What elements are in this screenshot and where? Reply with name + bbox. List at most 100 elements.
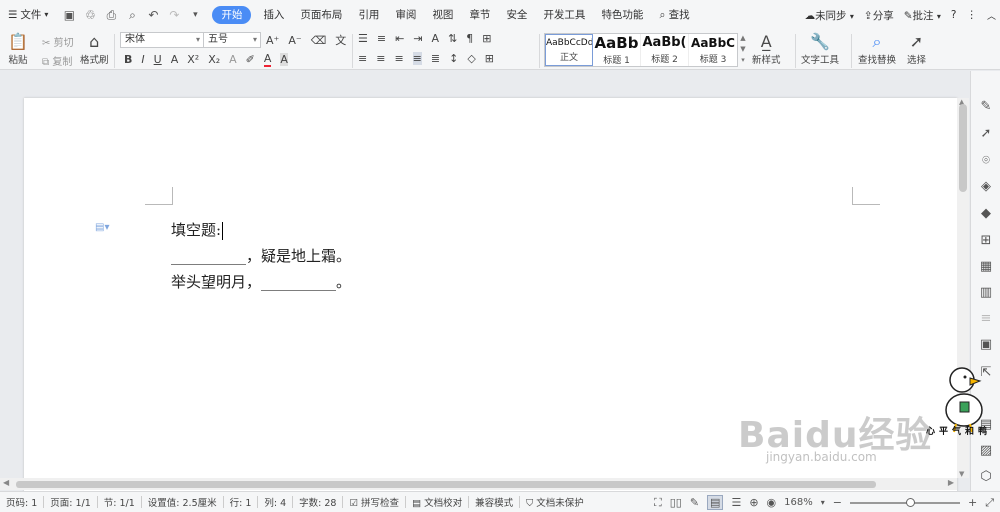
outline-view-icon[interactable]: ☰ <box>731 496 741 509</box>
protect-button[interactable]: ⛉ 文档未保护 <box>520 495 590 509</box>
style-heading-2[interactable]: AaBb( 标题 2 <box>641 34 689 66</box>
new-style-button[interactable]: A̲ 新样式 <box>752 32 781 66</box>
collapse-ribbon-icon[interactable]: ︿ <box>987 9 996 22</box>
scroll-thumb[interactable] <box>16 481 876 488</box>
tab-features[interactable]: 特色功能 <box>593 0 651 30</box>
location-icon[interactable]: ⌾ <box>978 153 994 169</box>
tab-references[interactable]: 引用 <box>350 0 387 30</box>
grow-font-icon[interactable]: A⁺ <box>266 34 279 47</box>
paste-button[interactable]: 📋 粘贴 <box>8 32 28 66</box>
sync-button[interactable]: ☁未同步 ▾ <box>805 8 854 23</box>
bullet-list-icon[interactable]: ☰ <box>358 32 368 45</box>
pen-icon[interactable]: ✎ <box>978 99 994 115</box>
shape-icon[interactable]: ◈ <box>978 179 994 195</box>
shield-icon[interactable]: ⬡ <box>978 469 994 485</box>
undo-icon[interactable]: ↶ <box>146 8 160 22</box>
align-left-icon[interactable]: ≡ <box>358 52 367 65</box>
char-shading-icon[interactable]: A <box>280 53 288 66</box>
underline-icon[interactable]: U <box>154 53 162 66</box>
chinese-layout-icon[interactable]: A <box>432 32 440 45</box>
decrease-indent-icon[interactable]: ⇤ <box>395 32 404 45</box>
tab-developer[interactable]: 开发工具 <box>535 0 593 30</box>
paragraph-handle-icon[interactable]: ▤▾ <box>95 222 109 233</box>
status-section[interactable]: 节: 1/1 <box>98 495 141 509</box>
scroll-left-icon[interactable]: ◀ <box>3 478 9 487</box>
web-view-icon[interactable]: ⊕ <box>749 496 758 509</box>
copy-button[interactable]: ⧉ 复制 <box>42 53 72 68</box>
doc-proof-button[interactable]: ▤ 文档校对 <box>406 495 468 509</box>
doc-line-2[interactable]: 举头望明月，__________。 <box>171 271 351 292</box>
print-icon[interactable]: ⎙ <box>104 8 118 23</box>
file-menu[interactable]: ☰ 文件 ▾ <box>0 0 56 30</box>
spell-check-button[interactable]: ☑ 拼写检查 <box>343 495 405 509</box>
style-normal[interactable]: AaBbCcDd 正文 <box>545 34 593 66</box>
cut-button[interactable]: ✂ 剪切 <box>42 34 74 49</box>
status-word-count[interactable]: 字数: 28 <box>293 495 342 509</box>
zoom-value[interactable]: 168% <box>784 497 813 508</box>
scroll-right-icon[interactable]: ▶ <box>948 478 954 487</box>
tab-home[interactable]: 开始 <box>212 6 252 24</box>
style-gallery-scroll[interactable]: ▲ ▼ ▾ <box>738 33 748 67</box>
save-icon[interactable]: ▣ <box>62 8 76 22</box>
tab-review[interactable]: 审阅 <box>387 0 424 30</box>
search-button[interactable]: ⌕ 查找 <box>651 0 697 30</box>
highlight-icon[interactable]: ✐ <box>246 53 255 66</box>
more-icon[interactable]: ⋮ <box>966 9 977 21</box>
shrink-font-icon[interactable]: A⁻ <box>288 34 301 47</box>
numbered-list-icon[interactable]: ≡ <box>377 32 386 45</box>
subscript-icon[interactable]: X₂ <box>208 53 220 66</box>
tab-view[interactable]: 视图 <box>424 0 461 30</box>
doc-line-1[interactable]: __________，疑是地上霜。 <box>171 245 351 266</box>
tab-security[interactable]: 安全 <box>498 0 535 30</box>
fullscreen-icon[interactable]: ⛶ <box>654 496 662 510</box>
bold-icon[interactable]: B <box>124 53 132 66</box>
eye-protect-icon[interactable]: ◉ <box>767 496 777 509</box>
picture-icon[interactable]: ▣ <box>978 337 994 353</box>
format-painter-button[interactable]: ⌂ 格式刷 <box>80 32 109 66</box>
zoom-slider[interactable] <box>849 497 960 507</box>
zoom-slider-knob[interactable] <box>906 497 916 507</box>
edit-mode-icon[interactable]: ✎ <box>690 496 699 509</box>
cloud-save-icon[interactable]: ♲ <box>83 8 97 22</box>
print-preview-icon[interactable]: ⌕ <box>125 8 139 23</box>
tab-chapter[interactable]: 章节 <box>461 0 498 30</box>
horizontal-scrollbar[interactable]: ◀ ▶ <box>0 478 957 490</box>
page-view-icon[interactable]: ▤ <box>707 495 724 510</box>
scroll-down-icon[interactable]: ▼ <box>959 470 964 478</box>
text-effect-icon[interactable]: A <box>229 53 237 66</box>
select-cursor-icon[interactable]: ➚ <box>978 126 994 142</box>
justify-icon[interactable]: ≡ <box>412 52 422 65</box>
image-icon[interactable]: ▨ <box>978 443 994 459</box>
chevron-down-icon[interactable]: ▾ <box>821 498 825 507</box>
table-icon[interactable]: ⊞ <box>978 233 994 249</box>
grid-icon[interactable]: ▦ <box>978 259 994 275</box>
fit-icon[interactable]: ⤢ <box>985 496 994 510</box>
layers-icon[interactable]: ◆ <box>978 206 994 222</box>
font-size-select[interactable]: 五号 ▾ <box>203 32 261 48</box>
style-heading-1[interactable]: AaBb 标题 1 <box>593 34 641 66</box>
status-page-code[interactable]: 页码: 1 <box>0 495 43 509</box>
select-button[interactable]: ➚ 选择 <box>907 32 926 66</box>
strikethrough-icon[interactable]: A <box>171 53 179 66</box>
italic-icon[interactable]: I <box>141 53 144 66</box>
share-button[interactable]: ⇪分享 <box>864 8 894 23</box>
find-replace-button[interactable]: ⌕ 查找替换 <box>858 32 896 66</box>
align-center-icon[interactable]: ≡ <box>376 52 385 65</box>
read-mode-icon[interactable]: ▯▯ <box>670 496 682 509</box>
chart-icon[interactable]: ▥ <box>978 285 994 301</box>
comment-button[interactable]: ✎批注 ▾ <box>904 8 941 23</box>
clear-format-icon[interactable]: ⌫ <box>311 34 327 47</box>
scroll-thumb[interactable] <box>959 104 967 192</box>
redo-icon[interactable]: ↷ <box>167 8 181 22</box>
increase-indent-icon[interactable]: ⇥ <box>413 32 422 45</box>
help-icon[interactable]: ? <box>951 9 957 21</box>
zoom-in-icon[interactable]: + <box>968 496 977 509</box>
shading-icon[interactable]: ◇ <box>467 52 475 65</box>
superscript-icon[interactable]: X² <box>187 53 199 66</box>
table-icon[interactable]: ⊞ <box>482 32 491 45</box>
align-right-icon[interactable]: ≡ <box>394 52 403 65</box>
font-color-icon[interactable]: A <box>263 52 272 67</box>
doc-line-title[interactable]: 填空题: <box>171 219 224 240</box>
show-marks-icon[interactable]: ¶ <box>466 32 473 45</box>
zoom-out-icon[interactable]: − <box>833 496 842 509</box>
